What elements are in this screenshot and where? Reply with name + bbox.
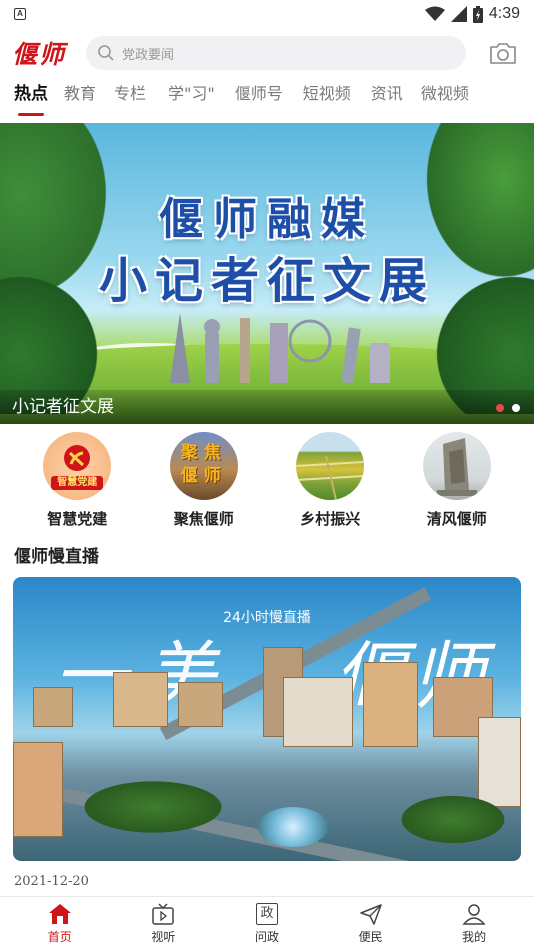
carousel-dot[interactable]	[496, 404, 504, 412]
building-decoration	[13, 742, 63, 837]
hero-banner[interactable]: 偃师融媒 小记者征文展 小记者征文展	[0, 123, 534, 424]
user-icon	[462, 904, 486, 925]
quick-nav-focus-yanshi[interactable]: 聚焦偃师 聚焦偃师	[149, 432, 259, 532]
party-emblem-icon: 智慧党建	[43, 432, 112, 500]
farmland-icon	[296, 432, 365, 500]
carousel-indicator[interactable]	[496, 404, 520, 412]
focus-yanshi-text: 聚焦偃师	[180, 443, 227, 486]
tab-7[interactable]: 微视频	[421, 78, 469, 120]
camera-icon	[490, 43, 516, 64]
category-tabs: 热点 教育 专栏 学"习" 偃师号 短视频 资讯 微视频	[0, 78, 534, 120]
signal-icon	[450, 6, 467, 22]
status-bar: A 4:39	[0, 0, 534, 28]
quick-nav-label: 聚焦偃师	[173, 510, 234, 528]
tab-4[interactable]: 偃师号	[235, 78, 283, 120]
govern-icon-text: 政	[260, 906, 274, 921]
app-logo[interactable]: 偃师	[12, 35, 74, 71]
battery-icon	[472, 5, 483, 23]
nav-media[interactable]: 视听	[123, 897, 203, 950]
quick-nav-label: 智慧党建	[47, 510, 108, 528]
nav-profile[interactable]: 我的	[434, 897, 514, 950]
carousel-dot[interactable]	[512, 404, 520, 412]
notification-icon: A	[14, 8, 26, 20]
banner-title-line2: 小记者征文展	[98, 253, 435, 309]
clock: 4:39	[488, 5, 520, 22]
building-decoration	[363, 662, 418, 747]
building-decoration	[178, 682, 223, 727]
tree-decoration	[73, 777, 233, 837]
nav-label: 首页	[47, 930, 72, 944]
nav-label: 我的	[462, 930, 487, 944]
nav-label: 便民	[358, 930, 383, 944]
bottom-navigation: 首页 视听 政 问政 便民 我的	[0, 896, 534, 950]
tab-0[interactable]: 热点	[14, 78, 48, 120]
wifi-icon	[424, 6, 445, 21]
quick-nav: 智慧党建 智慧党建 聚焦偃师 聚焦偃师 乡村振兴 清风偃师	[0, 432, 534, 532]
nav-label: 问政	[254, 930, 279, 944]
quick-nav-clean-yanshi[interactable]: 清风偃师	[402, 432, 512, 532]
tab-2[interactable]: 专栏	[114, 78, 146, 120]
party-emblem-text: 智慧党建	[57, 477, 98, 488]
quick-nav-rural-revival[interactable]: 乡村振兴	[275, 432, 385, 532]
quick-nav-smart-party[interactable]: 智慧党建 智慧党建	[22, 432, 132, 532]
building-decoration	[283, 677, 353, 747]
focus-yanshi-icon: 聚焦偃师	[169, 432, 238, 500]
search-bar[interactable]: 党政要闻	[86, 36, 466, 70]
search-icon	[98, 45, 114, 61]
app-header: 偃师 党政要闻	[0, 32, 534, 74]
tab-3[interactable]: 学"习"	[168, 78, 215, 120]
nav-home[interactable]: 首页	[20, 897, 100, 950]
section-title-slow-live: 偃师慢直播	[14, 547, 99, 567]
tab-1[interactable]: 教育	[64, 78, 96, 120]
video-date: 2021-12-20	[14, 874, 89, 889]
live-video-card[interactable]: 24小时慢直播 一美 偃师	[13, 577, 521, 861]
tab-5[interactable]: 短视频	[303, 78, 351, 120]
home-icon	[48, 904, 71, 924]
search-placeholder: 党政要闻	[122, 47, 175, 63]
banner-title-line1: 偃师融媒	[159, 194, 375, 245]
send-icon	[359, 904, 382, 925]
quick-nav-label: 清风偃师	[426, 510, 487, 528]
building-decoration	[113, 672, 168, 727]
tree-decoration	[393, 792, 513, 847]
quick-nav-label: 乡村振兴	[300, 510, 361, 528]
monument-icon	[422, 432, 491, 500]
camera-button[interactable]	[488, 38, 518, 68]
nav-service[interactable]: 便民	[331, 897, 411, 950]
tab-6[interactable]: 资讯	[371, 78, 403, 120]
nav-label: 视听	[151, 930, 176, 944]
banner-caption: 小记者征文展	[0, 390, 534, 424]
govern-icon: 政	[255, 903, 278, 925]
tv-icon	[152, 903, 175, 925]
nav-govern[interactable]: 政 问政	[227, 897, 307, 950]
building-decoration	[33, 687, 73, 727]
fountain-decoration	[258, 807, 328, 847]
